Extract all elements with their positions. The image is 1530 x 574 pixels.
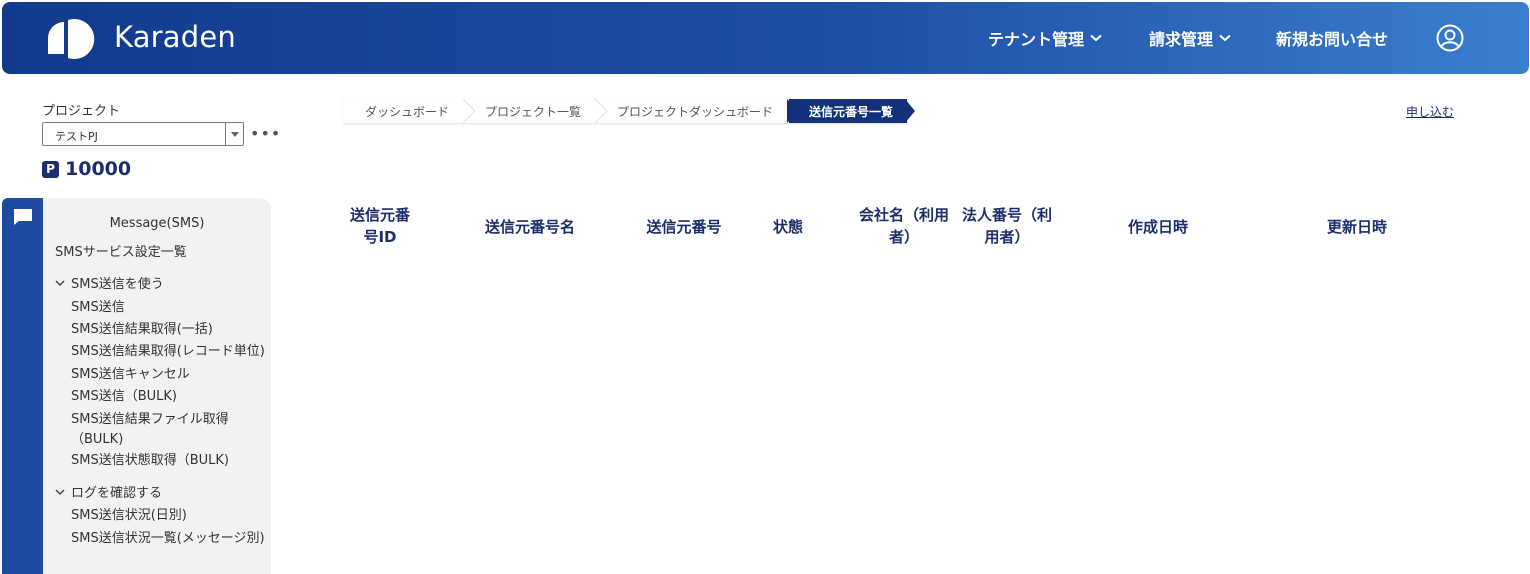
karaden-logo-icon bbox=[48, 19, 95, 59]
column-header-line: 法人番号（利 bbox=[961, 206, 1052, 224]
breadcrumb-chevron-icon bbox=[595, 99, 608, 123]
user-account-icon[interactable] bbox=[1436, 24, 1464, 52]
sidebar-icon-strip bbox=[2, 198, 43, 574]
apply-link[interactable]: 申し込む bbox=[1406, 103, 1454, 120]
sidebar-group-logs[interactable]: ログを確認する bbox=[55, 482, 162, 501]
chevron-down-icon bbox=[55, 488, 65, 495]
column-header-line: 状態 bbox=[772, 218, 803, 236]
sidebar-item-sms-result-bulk[interactable]: SMS送信結果取得(一括) bbox=[71, 318, 213, 337]
column-header-corporate-number[interactable]: 法人番号（利 用者） bbox=[956, 204, 1058, 248]
nav-billing-management[interactable]: 請求管理 bbox=[1149, 2, 1231, 74]
points-value: 10000 bbox=[65, 158, 132, 180]
sidebar-group-label: ログを確認する bbox=[71, 486, 163, 501]
breadcrumb-label: プロジェクトダッシュボード bbox=[617, 104, 774, 119]
logo-text: Karaden bbox=[114, 20, 237, 54]
sidebar-item-sms-result-record[interactable]: SMS送信結果取得(レコード単位) bbox=[71, 340, 265, 359]
sidebar-item-sms-send-bulk[interactable]: SMS送信（BULK) bbox=[71, 385, 177, 404]
column-header-line: 号ID bbox=[363, 228, 397, 246]
column-header-line: 用者） bbox=[984, 228, 1030, 246]
column-header-line: 送信元番 bbox=[349, 206, 410, 224]
sidebar-item-sms-status-daily[interactable]: SMS送信状況(日別) bbox=[71, 504, 187, 523]
breadcrumb-item-dashboard[interactable]: ダッシュボード bbox=[343, 99, 476, 123]
column-header-status[interactable]: 状態 bbox=[758, 216, 818, 238]
karaden-logo[interactable]: Karaden bbox=[44, 14, 236, 60]
nav-billing-label: 請求管理 bbox=[1149, 30, 1214, 49]
breadcrumb: ダッシュボード プロジェクト一覧 プロジェクトダッシュボード 送信元番号一覧 bbox=[343, 99, 916, 123]
chevron-down-icon bbox=[1219, 34, 1231, 42]
message-icon[interactable] bbox=[12, 207, 34, 227]
dropdown-arrow-icon[interactable] bbox=[225, 123, 243, 145]
project-select-value: テストPJ bbox=[55, 130, 98, 143]
sidebar-item-sms-result-file[interactable]: SMS送信結果ファイル取得 bbox=[71, 408, 229, 427]
column-header-created-at[interactable]: 作成日時 bbox=[1098, 216, 1218, 238]
breadcrumb-chevron-icon bbox=[905, 99, 916, 123]
sidebar-group-use-sms[interactable]: SMS送信を使う bbox=[55, 273, 164, 292]
breadcrumb-label: 送信元番号一覧 bbox=[809, 104, 894, 119]
column-header-line: 作成日時 bbox=[1127, 218, 1188, 236]
nav-tenant-label: テナント管理 bbox=[988, 30, 1085, 49]
sidebar-item-sms-result-file-cont[interactable]: （BULK) bbox=[71, 428, 123, 447]
breadcrumb-item-project-list[interactable]: プロジェクト一覧 bbox=[465, 99, 608, 123]
app-header: Karaden テナント管理 請求管理 新規お問い合せ bbox=[2, 2, 1529, 74]
column-header-line: 送信元番号名 bbox=[484, 218, 575, 236]
column-header-line: 会社名（利用 bbox=[858, 206, 949, 224]
column-header-line: 送信元番号 bbox=[646, 218, 722, 236]
breadcrumb-label: プロジェクト一覧 bbox=[485, 104, 582, 119]
nav-contact-label: 新規お問い合せ bbox=[1276, 30, 1389, 49]
breadcrumb-item-project-dashboard[interactable]: プロジェクトダッシュボード bbox=[597, 99, 800, 123]
points-icon: P bbox=[42, 160, 59, 178]
chevron-down-icon bbox=[55, 279, 65, 286]
column-header-line: 者） bbox=[888, 228, 919, 246]
points-display: P 10000 bbox=[42, 158, 131, 180]
column-header-sender-id[interactable]: 送信元番 号ID bbox=[335, 204, 425, 248]
column-header-sender-number[interactable]: 送信元番号 bbox=[624, 216, 744, 238]
breadcrumb-chevron-icon bbox=[463, 99, 476, 123]
nav-new-inquiry[interactable]: 新規お問い合せ bbox=[1276, 2, 1388, 74]
column-header-updated-at[interactable]: 更新日時 bbox=[1297, 216, 1417, 238]
sidebar-item-sms-status-by-message[interactable]: SMS送信状況一覧(メッセージ別) bbox=[71, 527, 265, 546]
sidebar-group-label: SMS送信を使う bbox=[71, 277, 164, 292]
column-header-sender-name[interactable]: 送信元番号名 bbox=[470, 216, 590, 238]
nav-tenant-management[interactable]: テナント管理 bbox=[988, 2, 1102, 74]
sidebar-item-sms-status-bulk[interactable]: SMS送信状態取得（BULK) bbox=[71, 449, 229, 468]
sidebar-item-sms-send[interactable]: SMS送信 bbox=[71, 296, 125, 315]
sidebar-item-sms-cancel[interactable]: SMS送信キャンセル bbox=[71, 363, 190, 382]
chevron-down-icon bbox=[1090, 34, 1102, 42]
sidebar-item-sms-settings[interactable]: SMSサービス設定一覧 bbox=[55, 241, 187, 260]
more-options-icon[interactable]: ••• bbox=[250, 124, 281, 143]
project-select[interactable]: テストPJ bbox=[42, 122, 244, 146]
column-header-company-name[interactable]: 会社名（利用 者） bbox=[853, 204, 955, 248]
column-header-line: 更新日時 bbox=[1326, 218, 1387, 236]
breadcrumb-item-sender-numbers: 送信元番号一覧 bbox=[789, 99, 916, 123]
project-label: プロジェクト bbox=[42, 104, 121, 119]
breadcrumb-chevron-icon bbox=[787, 99, 800, 123]
breadcrumb-label: ダッシュボード bbox=[365, 104, 450, 119]
sidebar-title: Message(SMS) bbox=[109, 216, 205, 231]
